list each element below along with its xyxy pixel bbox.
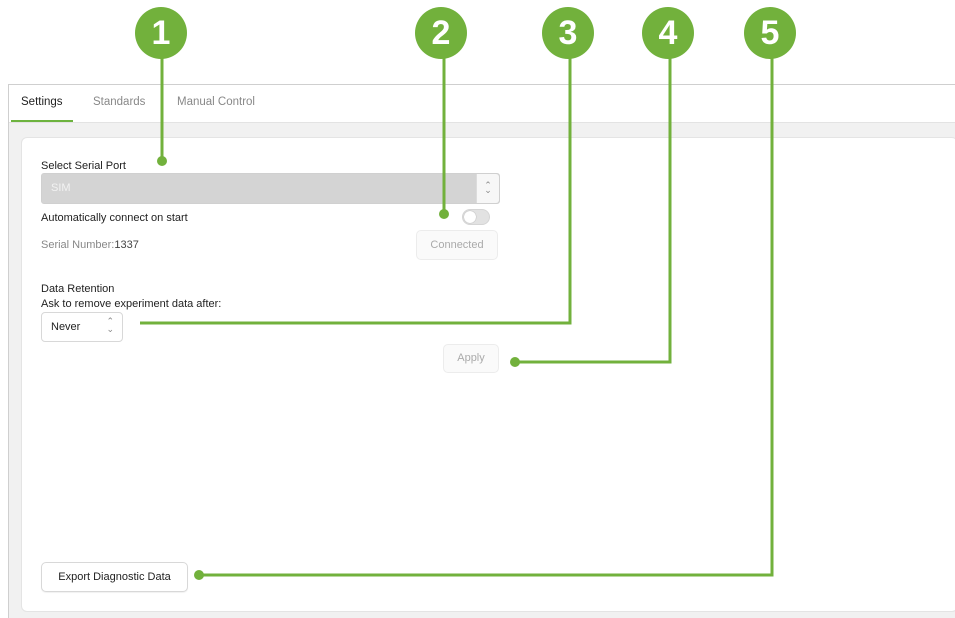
callout-badge-5: 5	[744, 7, 796, 59]
callout-badge-1: 1	[135, 7, 187, 59]
callout-5-line	[199, 55, 774, 577]
callout-3-line	[140, 55, 572, 325]
callout-2-dot	[439, 209, 449, 219]
callout-badge-2: 2	[415, 7, 467, 59]
callout-lines	[140, 55, 774, 580]
callout-1-dot	[157, 156, 167, 166]
callout-badge-3: 3	[542, 7, 594, 59]
callout-4-line	[515, 55, 672, 364]
callout-5-dot	[194, 570, 204, 580]
callout-badge-4: 4	[642, 7, 694, 59]
callout-4-dot	[510, 357, 520, 367]
